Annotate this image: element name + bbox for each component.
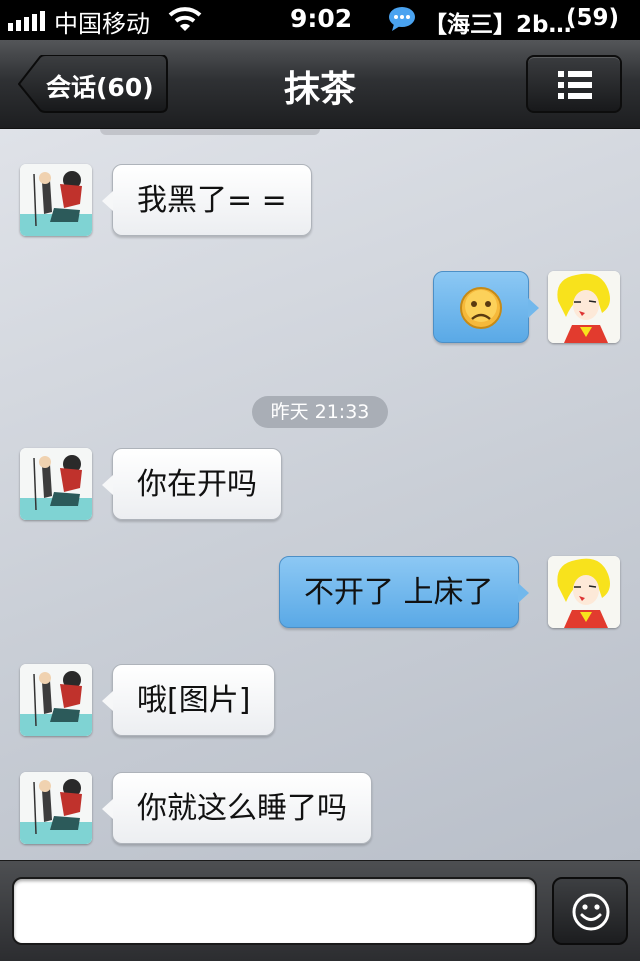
notification-count: (59): [566, 5, 620, 31]
message-text: 哦[图片]: [137, 683, 251, 718]
contact-avatar[interactable]: [20, 448, 92, 520]
my-avatar[interactable]: [548, 271, 620, 343]
clock: 9:02: [290, 4, 353, 33]
menu-button[interactable]: [526, 55, 622, 113]
message-bubble-incoming[interactable]: 哦[图片]: [101, 664, 276, 736]
wifi-icon: [168, 7, 202, 31]
message-input[interactable]: [12, 877, 537, 945]
navigation-bar: 会话(60) 抹茶: [0, 40, 640, 129]
contact-avatar[interactable]: [20, 164, 92, 236]
message-bubble-outgoing[interactable]: [433, 271, 539, 343]
contact-avatar[interactable]: [20, 772, 92, 844]
message-bubble-incoming[interactable]: 你就这么睡了吗: [102, 772, 372, 844]
input-bar: [0, 860, 640, 961]
message-bubble-incoming[interactable]: 我黑了= =: [102, 164, 312, 236]
message-text: 你在开吗: [137, 467, 257, 502]
status-bar: 中国移动 9:02 【海三】2b… (59): [0, 0, 640, 40]
sad-face-emoji: [460, 287, 502, 329]
smiley-icon: [572, 893, 610, 931]
scroll-edge: [100, 129, 320, 135]
message-text: 不开了 上床了: [304, 575, 494, 610]
message-bubble-outgoing[interactable]: 不开了 上床了: [279, 556, 529, 628]
signal-icon: [8, 11, 45, 31]
carrier-name: 中国移动: [54, 10, 150, 38]
chat-bubble-icon: [389, 7, 415, 31]
message-text: 我黑了= =: [137, 183, 287, 218]
my-avatar[interactable]: [548, 556, 620, 628]
message-bubble-incoming[interactable]: 你在开吗: [102, 448, 282, 520]
contact-avatar[interactable]: [20, 664, 92, 736]
menu-list-icon: [558, 71, 592, 99]
notification-text: 【海三】2b…: [424, 12, 572, 38]
timestamp-pill: 昨天 21:33: [252, 396, 388, 428]
emoji-button[interactable]: [552, 877, 628, 945]
chat-area[interactable]: 我黑了= = 昨天 21:33 你在开吗 不开了 上床了 哦[图片] 你就这么睡…: [0, 129, 640, 860]
message-text: 你就这么睡了吗: [137, 791, 347, 826]
